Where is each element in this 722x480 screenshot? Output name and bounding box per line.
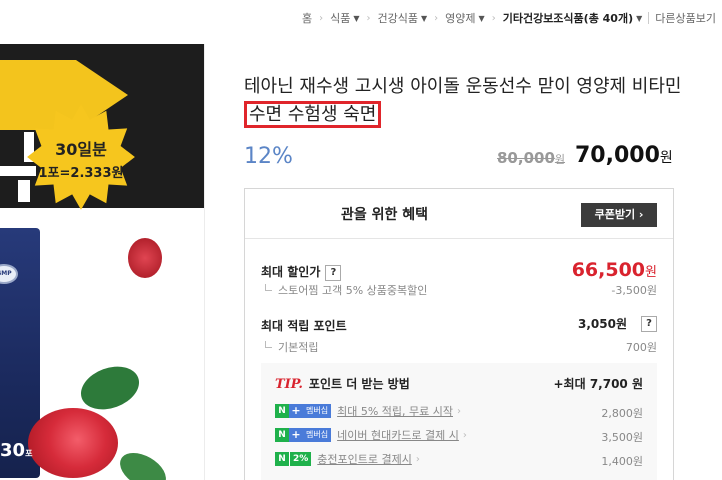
badge-text: 30일분 1포=2.333원 (26, 136, 136, 181)
leaf-shape (113, 445, 173, 480)
other-products-link[interactable]: 다른상품보기 (655, 10, 716, 26)
breadcrumb-label: 영양제 (445, 12, 476, 25)
dose-unit: 포 (25, 449, 33, 458)
benefits-header: 관을 위한 혜택 쿠폰받기 › (245, 189, 673, 239)
hibiscus-flower (28, 408, 118, 478)
sub-label-text: 스토어찜 고객 5% 상품중복할인 (278, 284, 428, 297)
badge-days: 30일분 (55, 140, 107, 159)
breadcrumb: 홈 › 식품 ▼ › 건강식품 ▼ › 영양제 ▼ › 기타건강보조식품(총 40개)… (0, 0, 722, 36)
caret-down-icon: ▼ (478, 13, 485, 23)
product-title: 테아닌 재수생 고시생 아이돌 운동선수 맏이 영양제 비타민 수면 수험생 숙… (244, 73, 684, 129)
title-highlight: 수면 수험생 숙면 (244, 101, 382, 128)
caret-down-icon: ▼ (421, 13, 428, 23)
naver-n-icon: N (275, 452, 289, 466)
basic-points-label: 기본적립 (265, 339, 318, 355)
max-points-label: 최대 적립 포인트 (261, 319, 347, 333)
membership-badge: 멤버십 (303, 428, 332, 442)
dose-number: 30 (0, 440, 26, 461)
tip-row-membership[interactable]: N + 멤버십 최대 5% 적립, 무료 시작 › (275, 403, 461, 419)
corner-icon (265, 284, 272, 291)
tip-row-value: 2,800원 (601, 407, 643, 420)
tip-link[interactable]: 네이버 현대카드로 결제 시 (337, 427, 459, 443)
label-text: 최대 할인가 (261, 265, 321, 279)
original-price: 80,000원 (497, 149, 565, 167)
breadcrumb-label: 기타건강보조식품(총 40개) (502, 12, 634, 25)
tip-tag: TIP. (275, 377, 303, 392)
tip-row-charge[interactable]: N 2% 충전포인트로 결제시 › (275, 451, 420, 467)
plus-icon: + (289, 404, 303, 418)
coupon-button[interactable]: 쿠폰받기 › (581, 203, 657, 227)
tip-row-card[interactable]: N + 멤버십 네이버 현대카드로 결제 시 › (275, 427, 467, 443)
currency-unit: 원 (659, 150, 673, 166)
percent-badge: 2% (289, 452, 312, 466)
breadcrumb-label: 홈 (302, 12, 313, 25)
breadcrumb-supplements[interactable]: 영양제 ▼ (445, 10, 485, 26)
breadcrumb-label: 식품 (330, 12, 351, 25)
naver-n-icon: N (275, 428, 289, 442)
benefits-title: 관을 위한 혜택 (341, 207, 429, 223)
tip-link[interactable]: 최대 5% 적립, 무료 시작 (337, 403, 453, 419)
chevron-right-icon: › (434, 12, 439, 24)
product-image[interactable]: GMP 30일분 1포=2.333원 30포 (0, 44, 204, 480)
chevron-right-icon: › (491, 12, 496, 24)
store-discount-label: 스토어찜 고객 5% 상품중복할인 (265, 282, 427, 298)
chevron-right-icon: › (457, 405, 461, 417)
tip-row-value: 3,500원 (601, 431, 643, 444)
store-discount-value: -3,500원 (611, 284, 657, 297)
dose-count: 30포 (0, 440, 32, 461)
naver-n-icon: N (275, 404, 289, 418)
sub-label-text: 기본적립 (278, 341, 319, 354)
currency-unit: 원 (554, 153, 566, 166)
chevron-right-icon: › (462, 429, 467, 441)
original-price-value: 80,000 (497, 149, 555, 167)
tip-title: TIP. 포인트 더 받는 방법 (275, 375, 410, 392)
membership-badge: 멤버십 (303, 404, 332, 418)
title-text: 테아닌 재수생 고시생 아이돌 운동선수 맏이 영양제 비타민 (244, 76, 682, 97)
tip-row-value: 1,400원 (601, 455, 643, 468)
sale-price-value: 70,000 (575, 143, 660, 168)
tip-link[interactable]: 충전포인트로 결제시 (317, 451, 412, 467)
chevron-right-icon: › (319, 12, 324, 24)
sale-price: 70,000원 (575, 143, 673, 168)
max-points: 3,050원? (578, 315, 657, 332)
corner-icon (265, 341, 272, 348)
plus-icon: + (289, 428, 303, 442)
breadcrumb-home[interactable]: 홈 (302, 10, 312, 26)
basic-points-value: 700원 (625, 341, 657, 354)
hibiscus-flower (128, 238, 162, 278)
chevron-right-icon: › (366, 12, 371, 24)
divider (204, 44, 205, 480)
breadcrumb-food[interactable]: 식품 ▼ (330, 10, 359, 26)
discount-rate: 12% (244, 144, 293, 169)
breadcrumb-health-food[interactable]: 건강식품 ▼ (378, 10, 428, 26)
currency-unit: 원 (645, 265, 657, 280)
help-icon[interactable]: ? (641, 315, 657, 332)
max-discount-label: 최대 할인가? (261, 263, 342, 281)
max-discount-value: 66,500 (571, 259, 646, 281)
help-icon[interactable]: ? (325, 264, 342, 281)
divider (648, 12, 650, 24)
breadcrumb-label: 건강식품 (377, 12, 419, 25)
chevron-right-icon: › (415, 453, 420, 465)
max-discount-price: 66,500원 (572, 259, 657, 281)
caret-down-icon: ▼ (636, 13, 643, 23)
tip-max-points: +최대 7,700 원 (553, 377, 644, 391)
breadcrumb-label: 다른상품보기 (655, 12, 716, 25)
tip-title-text: 포인트 더 받는 방법 (308, 377, 410, 391)
caret-down-icon: ▼ (353, 13, 360, 23)
point-tip-box: TIP. 포인트 더 받는 방법 +최대 7,700 원 N + 멤버십 최대 5% … (261, 363, 657, 480)
badge-unit-price: 1포=2.333원 (38, 166, 124, 181)
leaf-shape (74, 358, 146, 418)
benefits-panel: 관을 위한 혜택 쿠폰받기 › 최대 할인가? 66,500원 스토어찜 고객 … (244, 188, 674, 480)
gmp-seal-icon: GMP (0, 264, 18, 284)
breadcrumb-other-supplements[interactable]: 기타건강보조식품(총 40개) ▼ (503, 10, 643, 26)
max-points-value: 3,050원 (578, 317, 627, 331)
